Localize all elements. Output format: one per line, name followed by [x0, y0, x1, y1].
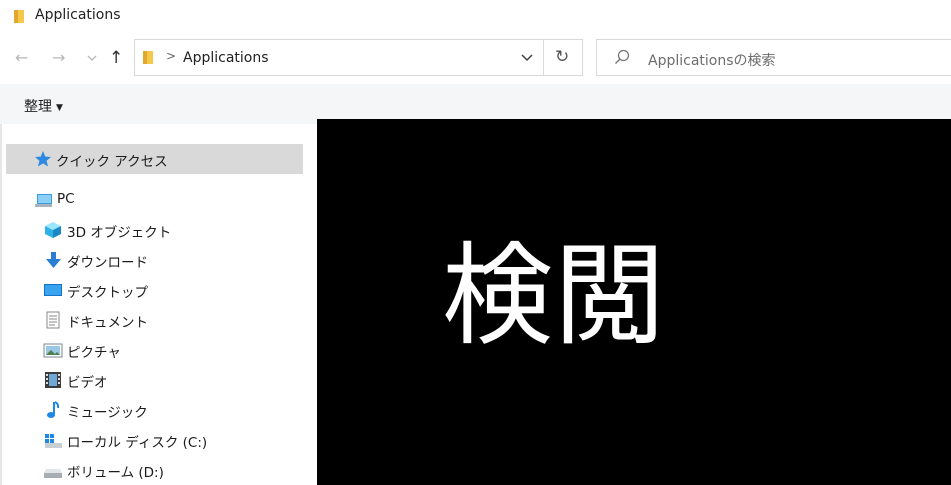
sidebar-item-downloads[interactable]: ダウンロード — [6, 245, 303, 275]
folder-icon — [13, 8, 27, 28]
sidebar-item-3d-objects[interactable]: 3D オブジェクト — [6, 215, 303, 245]
star-icon — [34, 150, 54, 168]
sidebar-item-local-disk-c[interactable]: ローカル ディスク (C:) — [6, 425, 303, 455]
search-icon — [614, 49, 630, 69]
sidebar-item-label: 3D オブジェクト — [67, 225, 172, 241]
search-box[interactable]: Applicationsの検索 — [596, 39, 951, 76]
content-preview: 検閲 — [317, 119, 951, 485]
navigation-pane[interactable]: クイック アクセス PC 3D オブジェクト ダウンロード デスクトップ ドキュ… — [0, 124, 317, 485]
sidebar-item-documents[interactable]: ドキュメント — [6, 305, 303, 335]
search-input[interactable]: Applicationsの検索 — [648, 50, 776, 70]
address-row: ← → ↑ > Applications ↻ Applicationsの検索 — [0, 32, 951, 84]
sidebar-item-label: ビデオ — [67, 375, 108, 391]
sidebar-item-volume-d[interactable]: ボリューム (D:) — [6, 455, 303, 485]
sidebar-item-label: ミュージック — [67, 405, 148, 421]
forward-button[interactable]: → — [52, 48, 65, 68]
folder-icon — [142, 50, 156, 70]
video-film-icon — [43, 371, 63, 389]
sidebar-item-music[interactable]: ミュージック — [6, 395, 303, 425]
sidebar-item-label: ダウンロード — [67, 255, 148, 271]
refresh-button[interactable]: ↻ — [544, 39, 583, 76]
sidebar-item-label: ローカル ディスク (C:) — [67, 435, 208, 451]
sidebar-item-label: ボリューム (D:) — [67, 465, 164, 481]
sidebar-item-pictures[interactable]: ピクチャ — [6, 335, 303, 365]
organize-label: 整理 — [24, 99, 52, 115]
sidebar-item-quick-access[interactable]: クイック アクセス — [6, 144, 303, 174]
breadcrumb-separator[interactable]: > — [166, 49, 176, 63]
computer-icon — [34, 191, 54, 209]
chevron-down-icon[interactable] — [521, 51, 533, 66]
sidebar-item-label: ピクチャ — [67, 345, 121, 361]
recent-locations-button[interactable] — [87, 50, 97, 70]
breadcrumb-applications[interactable]: Applications — [183, 50, 269, 66]
sidebar-item-desktop[interactable]: デスクトップ — [6, 275, 303, 305]
organize-menu-button[interactable]: 整理 ▼ — [24, 96, 63, 116]
caret-down-icon: ▼ — [56, 103, 63, 113]
sidebar-item-videos[interactable]: ビデオ — [6, 365, 303, 395]
sidebar-item-label: クイック アクセス — [56, 154, 168, 170]
music-note-icon — [43, 401, 63, 419]
desktop-icon — [43, 281, 63, 299]
scrollbar[interactable] — [304, 124, 317, 485]
address-bar[interactable]: > Applications — [134, 39, 544, 76]
back-button[interactable]: ← — [15, 48, 28, 68]
cube-3d-icon — [43, 221, 63, 239]
censored-text: 検閲 — [442, 232, 667, 361]
window-title: Applications — [35, 7, 121, 23]
sidebar-item-label: PC — [57, 191, 75, 207]
sidebar-item-label: デスクトップ — [67, 285, 148, 301]
up-button[interactable]: ↑ — [109, 48, 123, 68]
command-bar: 整理 ▼ — [0, 84, 951, 124]
download-arrow-icon — [43, 251, 63, 269]
refresh-icon: ↻ — [555, 47, 570, 67]
sidebar-item-label: ドキュメント — [67, 315, 148, 331]
drive-icon — [43, 461, 63, 479]
title-bar: Applications — [0, 0, 951, 32]
sidebar-item-pc[interactable]: PC — [6, 185, 303, 215]
windows-drive-icon — [43, 431, 63, 449]
document-icon — [43, 311, 63, 329]
picture-icon — [43, 341, 63, 359]
